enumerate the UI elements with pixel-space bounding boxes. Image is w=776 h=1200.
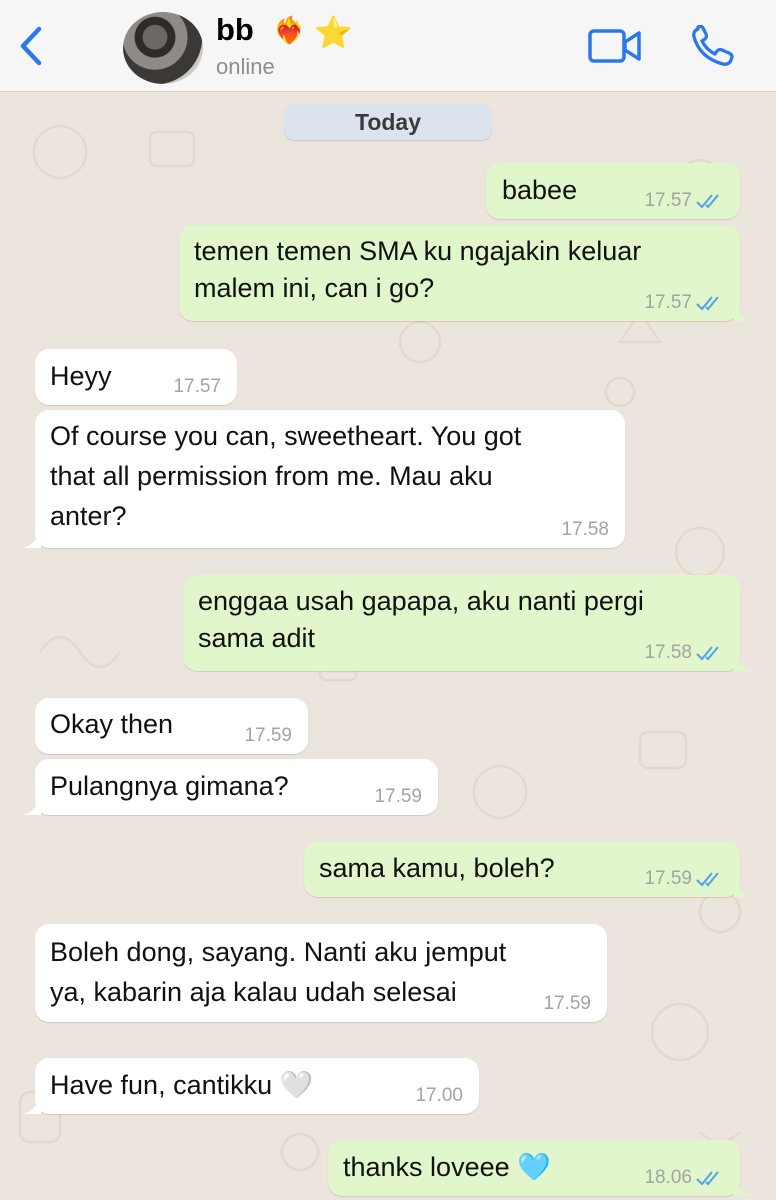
message-time: 17.59 xyxy=(244,725,292,746)
bubble-tail xyxy=(734,877,752,897)
phone-icon xyxy=(692,24,734,66)
message-text: Boleh dong, sayang. Nanti aku jemput ya,… xyxy=(50,937,507,1007)
message-time: 17.59 xyxy=(644,868,692,889)
back-button[interactable] xyxy=(14,24,48,68)
date-separator: Today xyxy=(284,104,492,140)
star-emoji: ⭐ xyxy=(314,15,353,51)
contact-name[interactable]: bb xyxy=(216,12,254,48)
chevron-left-icon xyxy=(20,26,42,66)
outgoing-message[interactable]: temen temen SMA ku ngajakin keluar malem… xyxy=(179,225,752,321)
message-text: babee xyxy=(502,175,578,205)
message-time: 18.06 xyxy=(644,1167,692,1188)
message-time: 17.58 xyxy=(561,519,609,540)
outgoing-message[interactable]: sama kamu, boleh? 17.59 xyxy=(304,841,752,897)
contact-emoji: ❤‍🔥 xyxy=(273,16,306,46)
video-call-button[interactable] xyxy=(588,27,642,65)
bubble-tail xyxy=(23,528,41,548)
message-text: Of course you can, sweetheart. You got t… xyxy=(50,421,522,531)
contact-status: online xyxy=(216,54,275,79)
read-receipt-icon xyxy=(696,194,719,209)
message-time: 17.58 xyxy=(644,642,692,663)
incoming-message[interactable]: Have fun, cantikku 🤍 17.00 xyxy=(23,1058,479,1114)
message-time: 17.57 xyxy=(173,376,221,397)
chat-header: bb ❤‍🔥 ⭐ online xyxy=(0,0,776,92)
outgoing-message[interactable]: thanks loveee 🩵 18.06 xyxy=(328,1140,752,1196)
message-time: 17.59 xyxy=(374,786,422,807)
message-time: 17.57 xyxy=(644,292,692,313)
bubble-tail xyxy=(734,301,752,321)
message-time: 17.57 xyxy=(644,190,692,211)
voice-call-button[interactable] xyxy=(690,24,736,67)
outgoing-message[interactable]: babee 17.57 xyxy=(486,163,740,219)
read-receipt-icon xyxy=(696,1171,719,1186)
message-text: Pulangnya gimana? xyxy=(50,771,289,801)
video-camera-icon xyxy=(588,29,641,63)
read-receipt-icon xyxy=(696,296,719,311)
message-time: 17.00 xyxy=(415,1085,463,1106)
incoming-message[interactable]: Boleh dong, sayang. Nanti aku jemput ya,… xyxy=(35,924,607,1022)
bubble-tail xyxy=(734,651,752,671)
outgoing-message[interactable]: enggaa usah gapapa, aku nanti pergi sama… xyxy=(183,575,752,671)
incoming-message[interactable]: Heyy 17.57 xyxy=(35,349,237,405)
message-time: 17.59 xyxy=(543,993,591,1014)
avatar[interactable] xyxy=(123,12,203,84)
chat-area[interactable]: Today babee 17.57 temen temen SMA ku nga… xyxy=(0,92,776,1200)
incoming-message[interactable]: Of course you can, sweetheart. You got t… xyxy=(23,410,625,548)
incoming-message[interactable]: Pulangnya gimana? 17.59 xyxy=(23,759,438,815)
read-receipt-icon xyxy=(696,872,719,887)
message-text: Have fun, cantikku 🤍 xyxy=(50,1070,314,1100)
bubble-tail xyxy=(734,1176,752,1196)
bubble-tail xyxy=(23,795,41,815)
bubble-tail xyxy=(23,1094,41,1114)
read-receipt-icon xyxy=(696,646,719,661)
incoming-message[interactable]: Okay then 17.59 xyxy=(35,698,308,754)
